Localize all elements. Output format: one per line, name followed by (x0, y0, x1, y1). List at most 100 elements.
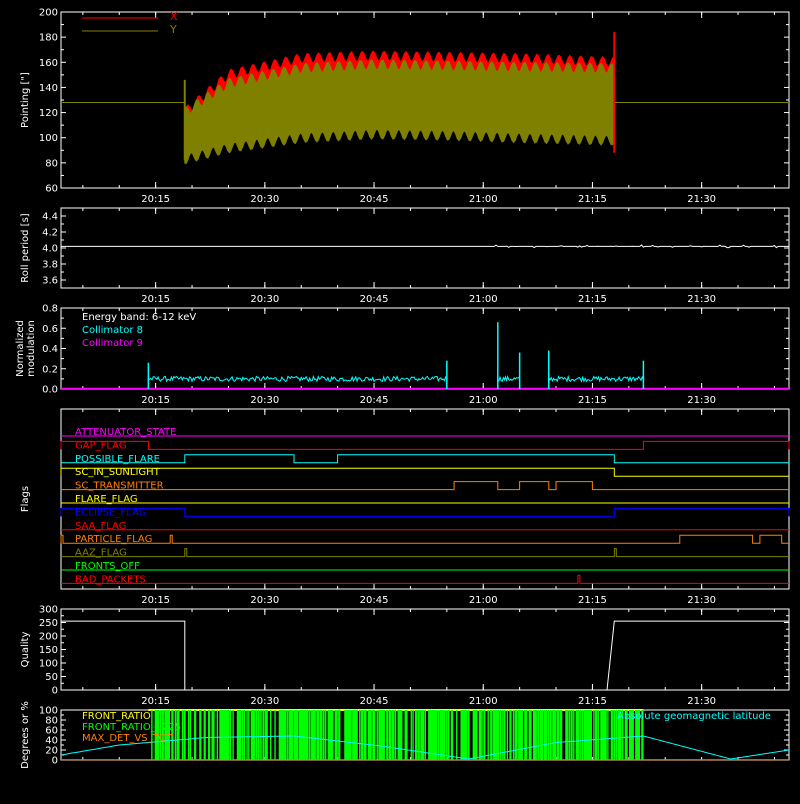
roll-frame (60, 207, 790, 289)
modulation-ytick-label: 0.4 (42, 344, 58, 355)
flags-xtick-label: 21:30 (687, 595, 716, 606)
quality-ytick-label: 200 (39, 632, 58, 643)
flags-xtick-label: 21:00 (469, 595, 498, 606)
quality-ylabel: Quality (20, 632, 31, 668)
quality-xtick-label: 21:30 (687, 696, 716, 707)
modulation-ylabel: modulation (26, 320, 37, 377)
flag-line-bad-packets (61, 574, 789, 584)
pointing-ytick-label: 60 (45, 184, 58, 195)
geomag-legend-label: FRONT_RATIO (82, 711, 151, 722)
geomag-ytick-label: 60 (45, 726, 58, 737)
modulation-series-collimator-8 (497, 375, 521, 389)
pointing-ytick-label: 100 (39, 133, 58, 144)
pointing-ytick-label: 80 (45, 158, 58, 169)
roll-ytick-label: 4.0 (42, 244, 58, 255)
quality-ytick-label: 250 (39, 618, 58, 629)
quality-ytick-label: 300 (39, 605, 58, 616)
quality-ytick-label: 50 (45, 672, 58, 683)
quality-xtick-label: 21:00 (469, 696, 498, 707)
pointing-xtick-label: 21:15 (578, 194, 607, 205)
roll-xtick-label: 20:30 (250, 294, 279, 305)
pointing-legend-label: X (170, 10, 178, 23)
roll-xtick-label: 21:15 (578, 294, 607, 305)
geomag-legend-label: MAX_DET_VS_TOT (82, 733, 174, 744)
modulation-energy-band: Energy band: 6-12 keV (82, 312, 196, 323)
modulation-xtick-label: 21:00 (469, 395, 498, 406)
quality-xtick-label: 20:15 (141, 696, 170, 707)
modulation-xtick-label: 21:30 (687, 395, 716, 406)
roll-series (61, 244, 789, 249)
summary-chart: 6080100120140160180200Pointing ["]20:15 2… (15, 8, 790, 769)
quality-ytick-label: 100 (39, 659, 58, 670)
modulation-xtick-label: 20:15 (141, 395, 170, 406)
pointing-xtick-label: 20:45 (360, 194, 389, 205)
pointing-xtick-label: 20:15 (141, 194, 170, 205)
geomag-ytick-label: 100 (39, 706, 58, 717)
flag-line-sc-transmitter (61, 481, 789, 491)
quality-xtick-label: 20:45 (360, 696, 389, 707)
flags-xtick-label: 21:15 (578, 595, 607, 606)
roll-ylabel: Roll period [s] (20, 213, 31, 282)
modulation-ytick-label: 0.0 (42, 385, 58, 396)
quality-ytick-label: 150 (39, 645, 58, 656)
roll-xtick-label: 20:45 (360, 294, 389, 305)
roll-xtick-label: 21:00 (469, 294, 498, 305)
roll-ytick-label: 4.2 (42, 228, 58, 239)
modulation-ytick-label: 0.6 (42, 324, 58, 335)
geomag-ytick-label: 20 (45, 746, 58, 757)
pointing-xtick-label: 21:00 (469, 194, 498, 205)
modulation-xtick-label: 20:45 (360, 395, 389, 406)
modulation-ylabel: Normalized (15, 320, 26, 377)
pointing-ytick-label: 160 (39, 58, 58, 69)
pointing-ylabel: Pointing ["] (20, 72, 31, 128)
modulation-xtick-label: 20:30 (250, 395, 279, 406)
roll-xtick-label: 21:30 (687, 294, 716, 305)
roll-ytick-label: 4.4 (42, 212, 58, 223)
pointing-xtick-label: 20:30 (250, 194, 279, 205)
geomag-ytick-label: 80 (45, 716, 58, 727)
pointing-ytick-label: 140 (39, 83, 58, 94)
flag-line-aaz-flag (61, 548, 789, 558)
flag-line-possible-flare (61, 454, 789, 464)
pointing-xtick-label: 21:30 (687, 194, 716, 205)
geomag-legend-label: FRONT_RATIO_1225 (82, 722, 181, 733)
flag-label: SC_TRANSMITTER (75, 481, 164, 492)
flag-label: GAP_FLAG (75, 440, 127, 451)
roll-ytick-label: 3.6 (42, 276, 58, 287)
flag-line-sc-in-sunlight (60, 467, 789, 477)
flag-label: FLARE_FLAG (75, 494, 138, 505)
modulation-legend-label: Collimator 9 (82, 338, 143, 349)
flags-ylabel: Flags (20, 486, 31, 512)
geomag-ylabel: Degrees or % (20, 701, 31, 769)
pointing-ytick-label: 200 (39, 8, 58, 19)
flags-xtick-label: 20:45 (360, 595, 389, 606)
quality-series (61, 620, 789, 691)
flag-label: FRONTS_OFF (75, 561, 140, 572)
pointing-ytick-label: 180 (39, 33, 58, 44)
flag-label: SC_IN_SUNLIGHT (75, 467, 161, 478)
flag-label: SAA_FLAG (75, 521, 126, 532)
modulation-series-collimator-8 (147, 374, 448, 389)
flag-label: POSSIBLE_FLARE (75, 454, 160, 465)
quality-ytick-label: 0 (52, 686, 58, 697)
modulation-ytick-label: 0.8 (42, 304, 58, 315)
pointing-ytick-label: 120 (39, 108, 58, 119)
summary-chart-stage: 60 80 100 120 140 160 180 200 Pointing ["] 20:15 2… (0, 0, 800, 800)
modulation-legend-label: Collimator 8 (82, 325, 143, 336)
flags-xtick-label: 20:15 (141, 595, 170, 606)
roll-ytick-label: 3.8 (42, 260, 58, 271)
flag-label: BAD_PACKETS (75, 574, 146, 585)
flag-label: ATTENUATOR_STATE (75, 427, 176, 438)
geomag-latitude-label: Absolute geomagnetic latitude (617, 711, 771, 722)
quality-xtick-label: 21:15 (578, 696, 607, 707)
pointing-legend-label: Y (169, 23, 177, 36)
modulation-xtick-label: 21:15 (578, 395, 607, 406)
flag-label: PARTICLE_FLAG (75, 534, 152, 545)
flag-label: ECLIPSE_FLAG (75, 507, 146, 518)
flag-line-eclipse-flag (60, 507, 790, 517)
flags-xtick-label: 20:30 (250, 595, 279, 606)
flag-label: AAZ_FLAG (75, 548, 127, 559)
roll-xtick-label: 20:15 (141, 294, 170, 305)
modulation-ytick-label: 0.2 (42, 364, 58, 375)
flag-line-gap-flag (60, 440, 790, 450)
